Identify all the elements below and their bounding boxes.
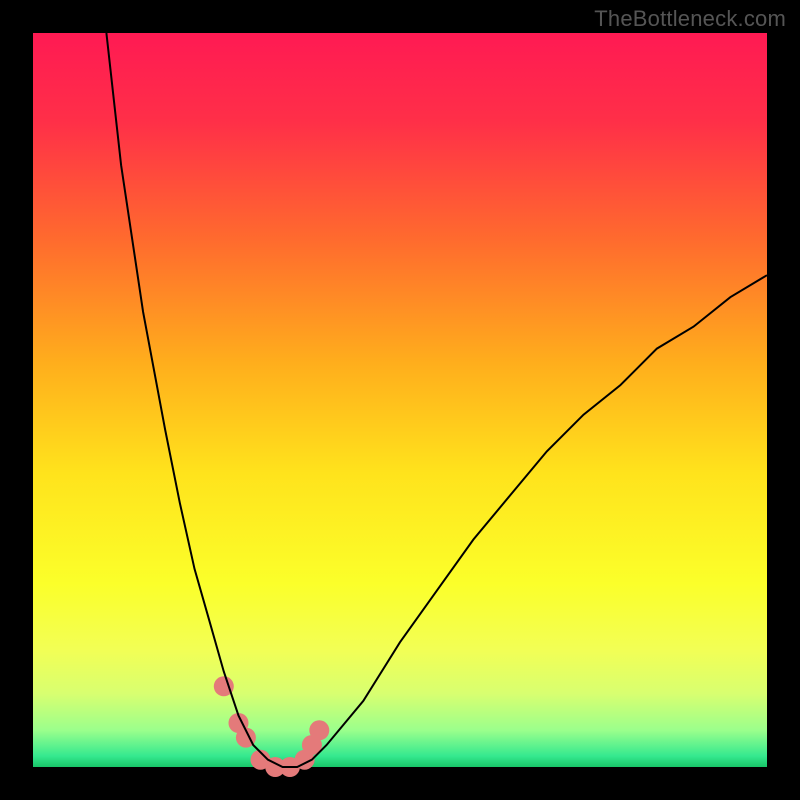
watermark-text: TheBottleneck.com	[594, 6, 786, 32]
chart-container: { "watermark": "TheBottleneck.com", "cha…	[0, 0, 800, 800]
plot-background	[33, 33, 767, 767]
bottleneck-chart	[0, 0, 800, 800]
marker-point	[309, 720, 329, 740]
